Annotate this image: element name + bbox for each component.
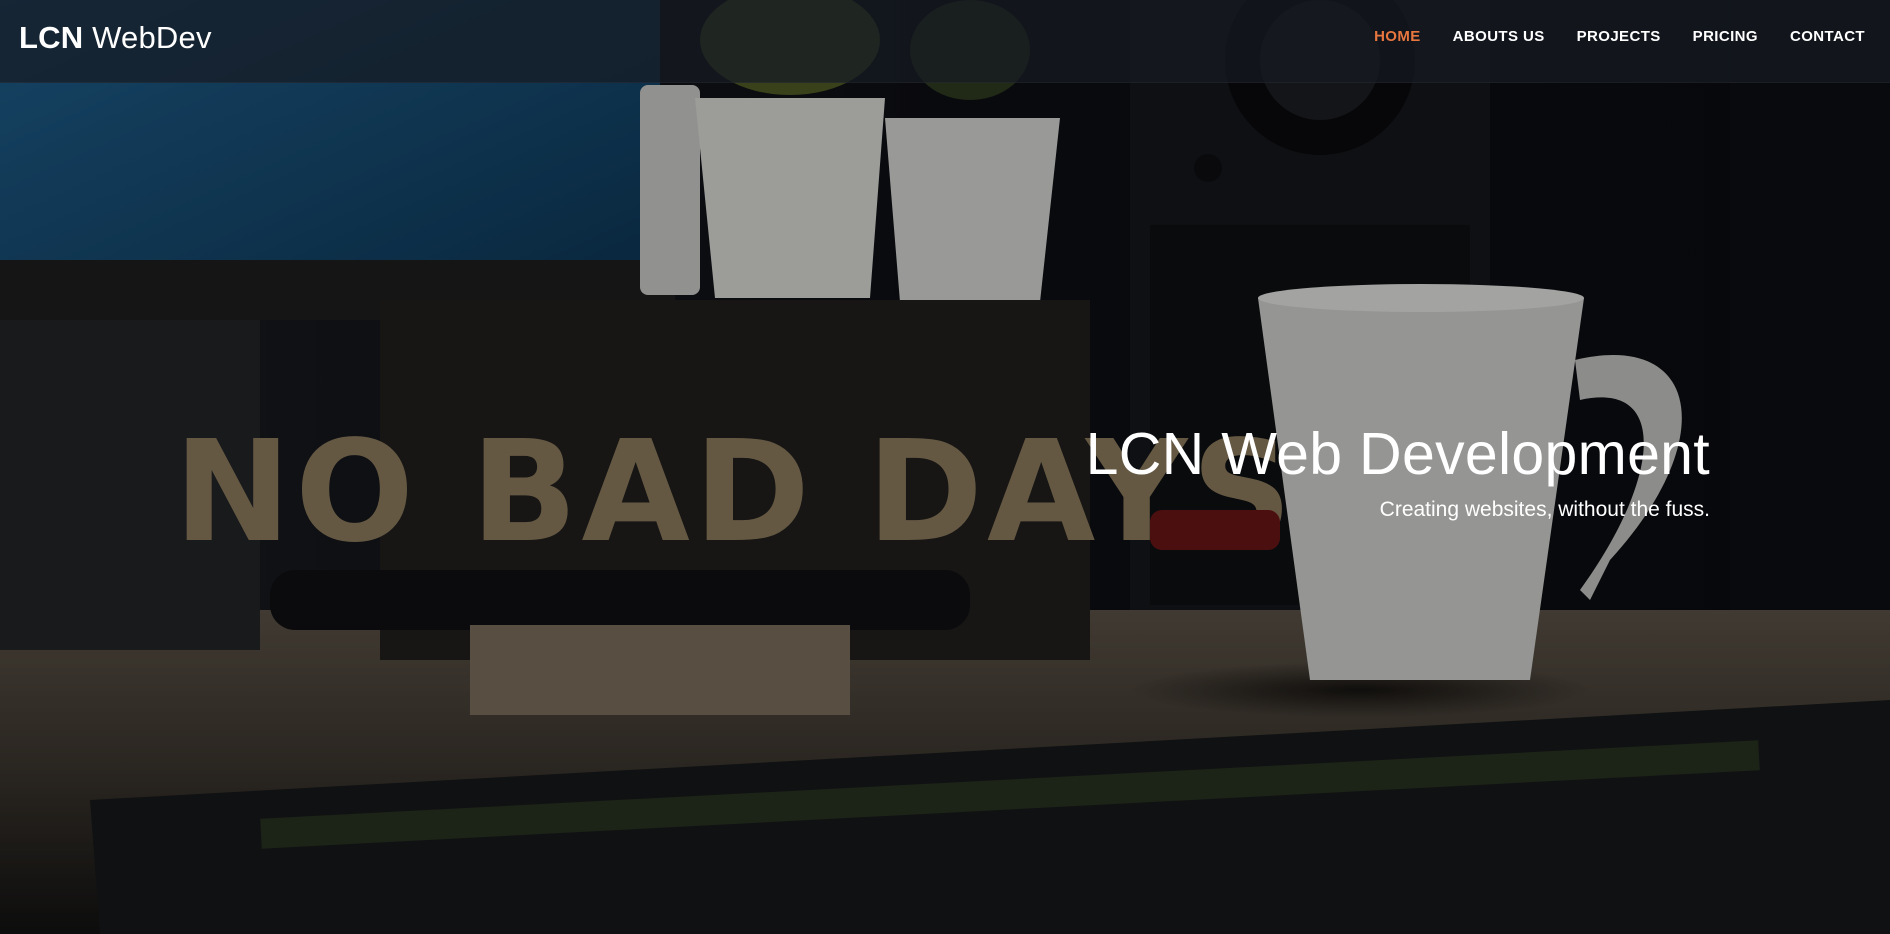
hero-section: NO BAD DAYS LCN WebDev HOME ABOUTS US PR…	[0, 0, 1890, 934]
hero-subtitle: Creating websites, without the fuss.	[1379, 498, 1710, 521]
top-navbar: LCN WebDev HOME ABOUTS US PROJECTS PRICI…	[0, 0, 1890, 83]
main-nav: HOME ABOUTS US PROJECTS PRICING CONTACT	[1342, 27, 1865, 47]
nav-item-home[interactable]: HOME	[1374, 27, 1421, 47]
nav-item-pricing[interactable]: PRICING	[1693, 27, 1758, 47]
nav-item-projects[interactable]: PROJECTS	[1577, 27, 1661, 47]
nav-item-about-us[interactable]: ABOUTS US	[1453, 27, 1545, 47]
hero-title: LCN Web Development	[1085, 421, 1710, 487]
brand-logo[interactable]: LCN WebDev	[19, 18, 212, 58]
nav-item-contact[interactable]: CONTACT	[1790, 27, 1865, 47]
brand-logo-light: WebDev	[92, 20, 212, 55]
brand-logo-bold: LCN	[19, 20, 84, 55]
